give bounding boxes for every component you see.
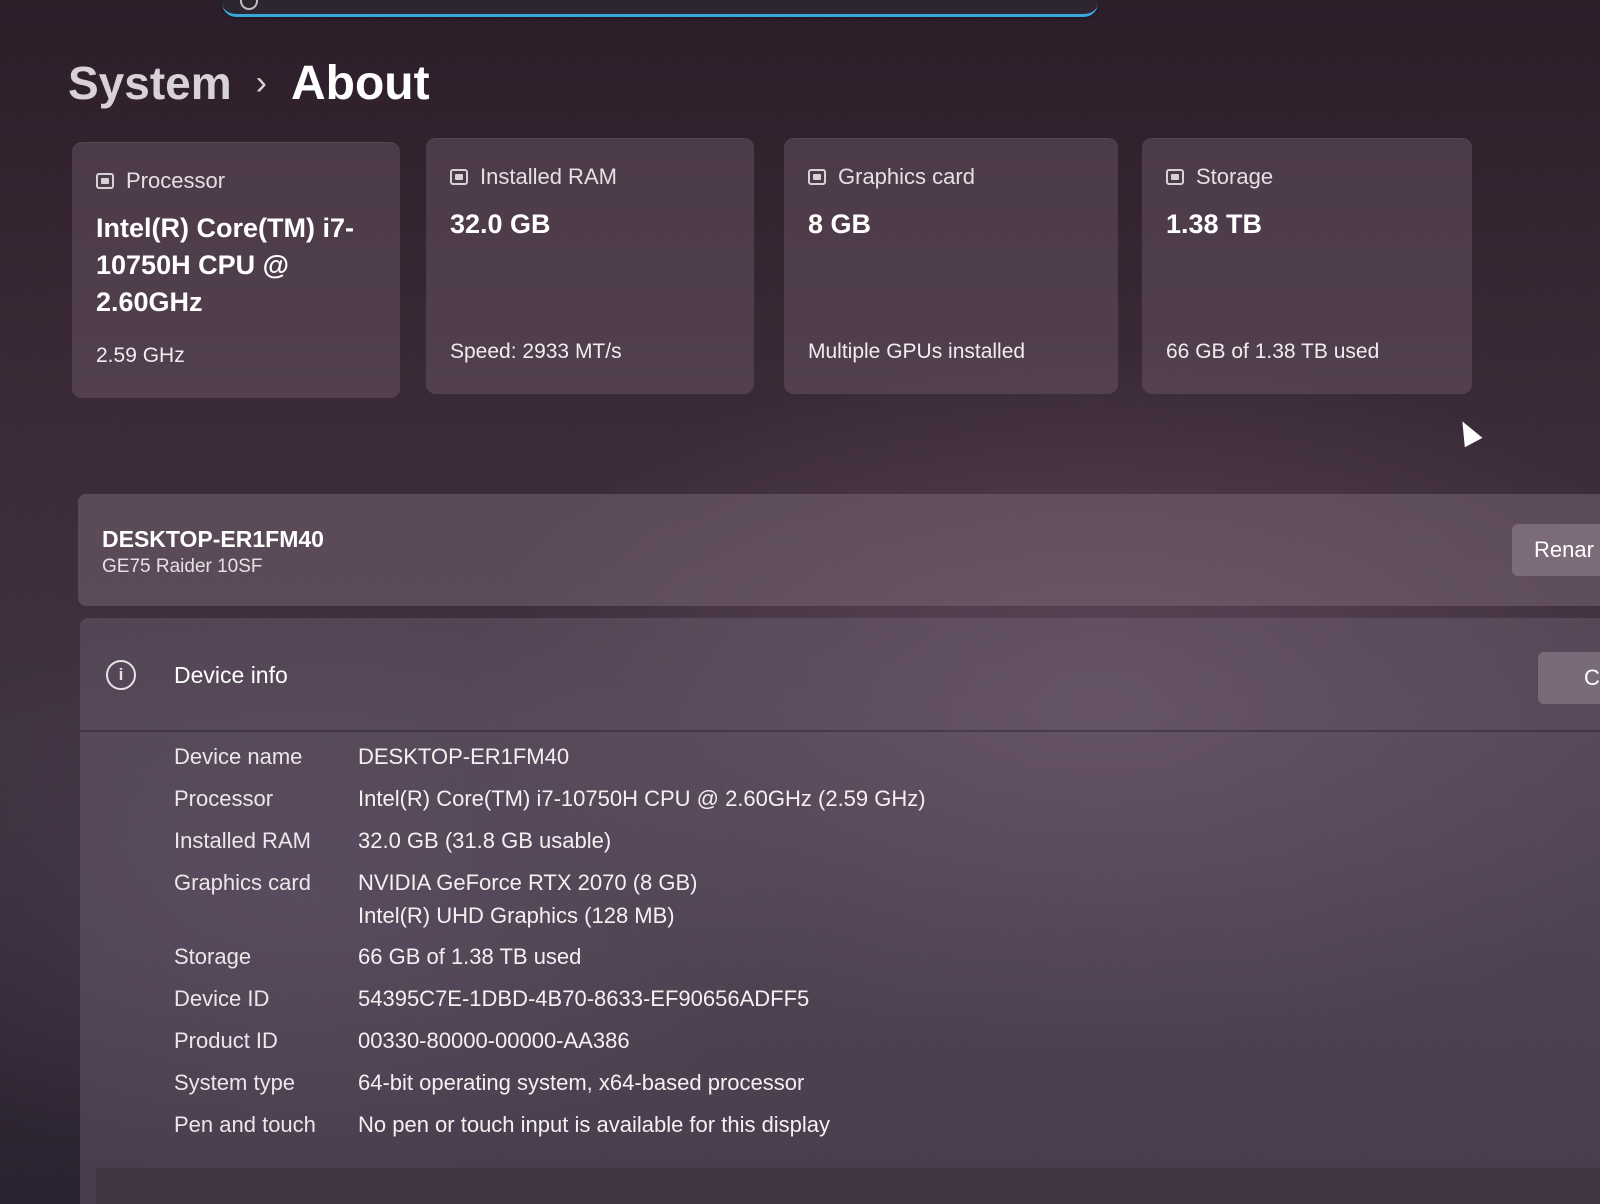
storage-icon — [1166, 169, 1184, 185]
spec-value: 64-bit operating system, x64-based proce… — [358, 1070, 805, 1095]
spec-label: Pen and touch — [174, 1112, 316, 1137]
card-sub: Speed: 2933 MT/s — [450, 340, 622, 363]
search-icon — [240, 0, 258, 10]
card-sub: 66 GB of 1.38 TB used — [1166, 340, 1380, 363]
spec-value: Intel(R) Core(TM) i7-10750H CPU @ 2.60GH… — [358, 786, 926, 811]
device-model: GE75 Raider 10SF — [102, 556, 263, 577]
spec-label: Device name — [174, 744, 303, 769]
card-value: 1.38 TB — [1166, 209, 1263, 239]
processor-card: Processor Intel(R) Core(TM) i7-10750H CP… — [72, 142, 400, 398]
ram-icon — [450, 169, 468, 185]
page-title: About — [290, 56, 430, 110]
info-icon: i — [106, 660, 136, 690]
graphics-card-icon — [808, 169, 826, 185]
spec-row-device-id: Device ID 54395C7E-1DBD-4B70-8633-EF9065… — [174, 982, 1474, 1016]
card-title: Graphics card — [838, 164, 975, 189]
spec-value: 32.0 GB (31.8 GB usable) — [358, 828, 612, 853]
device-info-panel: i Device info C Device name DESKTOP-ER1F… — [80, 618, 1600, 1204]
mouse-cursor-icon — [1453, 416, 1483, 448]
spec-value: No pen or touch input is available for t… — [358, 1112, 831, 1137]
spec-value: DESKTOP-ER1FM40 — [358, 744, 570, 769]
spec-row-system-type: System type 64-bit operating system, x64… — [174, 1066, 1474, 1100]
spec-label: Installed RAM — [174, 828, 311, 853]
card-title: Processor — [126, 168, 226, 193]
breadcrumb-system[interactable]: System — [68, 56, 232, 110]
processor-icon — [96, 173, 114, 189]
card-value: 8 GB — [808, 209, 872, 239]
spec-value: 66 GB of 1.38 TB used — [358, 944, 582, 969]
device-name: DESKTOP-ER1FM40 — [102, 526, 324, 552]
spec-label: Processor — [174, 786, 274, 811]
copy-button[interactable]: C — [1538, 652, 1600, 704]
storage-card: Storage 1.38 TB 66 GB of 1.38 TB used — [1142, 138, 1472, 394]
card-title: Installed RAM — [480, 164, 617, 189]
card-value: 32.0 GB — [450, 209, 551, 239]
spec-row-pen-and-touch: Pen and touch No pen or touch input is a… — [174, 1108, 1474, 1142]
card-title: Storage — [1196, 164, 1274, 189]
card-sub: 2.59 GHz — [96, 344, 185, 367]
spec-label: Storage — [174, 944, 252, 969]
ram-card: Installed RAM 32.0 GB Speed: 2933 MT/s — [426, 138, 754, 394]
search-text: about — [272, 0, 312, 4]
spec-row-device-name: Device name DESKTOP-ER1FM40 — [174, 740, 1474, 774]
spec-row-installed-ram: Installed RAM 32.0 GB (31.8 GB usable) — [174, 824, 1474, 858]
spec-row-processor: Processor Intel(R) Core(TM) i7-10750H CP… — [174, 782, 1474, 816]
breadcrumb: System › About — [68, 48, 430, 118]
spec-label: System type — [174, 1070, 296, 1095]
device-info-header[interactable]: i Device info C — [80, 618, 1600, 732]
spec-value: 00330-80000-00000-AA386 — [358, 1028, 630, 1053]
card-value: Intel(R) Core(TM) i7-10750H CPU @ 2.60GH… — [96, 213, 354, 317]
spec-row-graphics-card: Graphics card NVIDIA GeForce RTX 2070 (8… — [174, 866, 1474, 932]
device-info-title: Device info — [174, 662, 288, 688]
spec-label: Device ID — [174, 986, 270, 1011]
spec-label: Product ID — [174, 1028, 278, 1053]
spec-row-storage: Storage 66 GB of 1.38 TB used — [174, 940, 1474, 974]
rename-button[interactable]: Renar — [1512, 524, 1600, 576]
spec-label: Graphics card — [174, 870, 311, 895]
spec-cards: Processor Intel(R) Core(TM) i7-10750H CP… — [72, 138, 1492, 402]
next-section — [96, 1168, 1600, 1204]
graphics-card-card: Graphics card 8 GB Multiple GPUs install… — [784, 138, 1118, 394]
device-name-bar: DESKTOP-ER1FM40 GE75 Raider 10SF Renar — [78, 494, 1600, 606]
search-box[interactable]: about — [222, 0, 1098, 17]
spec-value: NVIDIA GeForce RTX 2070 (8 GB) Intel(R) … — [358, 870, 698, 928]
spec-value: 54395C7E-1DBD-4B70-8633-EF90656ADFF5 — [358, 986, 810, 1011]
chevron-right-icon: › — [255, 63, 267, 102]
device-spec-list: Device name DESKTOP-ER1FM40 Processor In… — [174, 740, 1474, 1150]
spec-row-product-id: Product ID 00330-80000-00000-AA386 — [174, 1024, 1474, 1058]
card-sub: Multiple GPUs installed — [808, 340, 1026, 363]
